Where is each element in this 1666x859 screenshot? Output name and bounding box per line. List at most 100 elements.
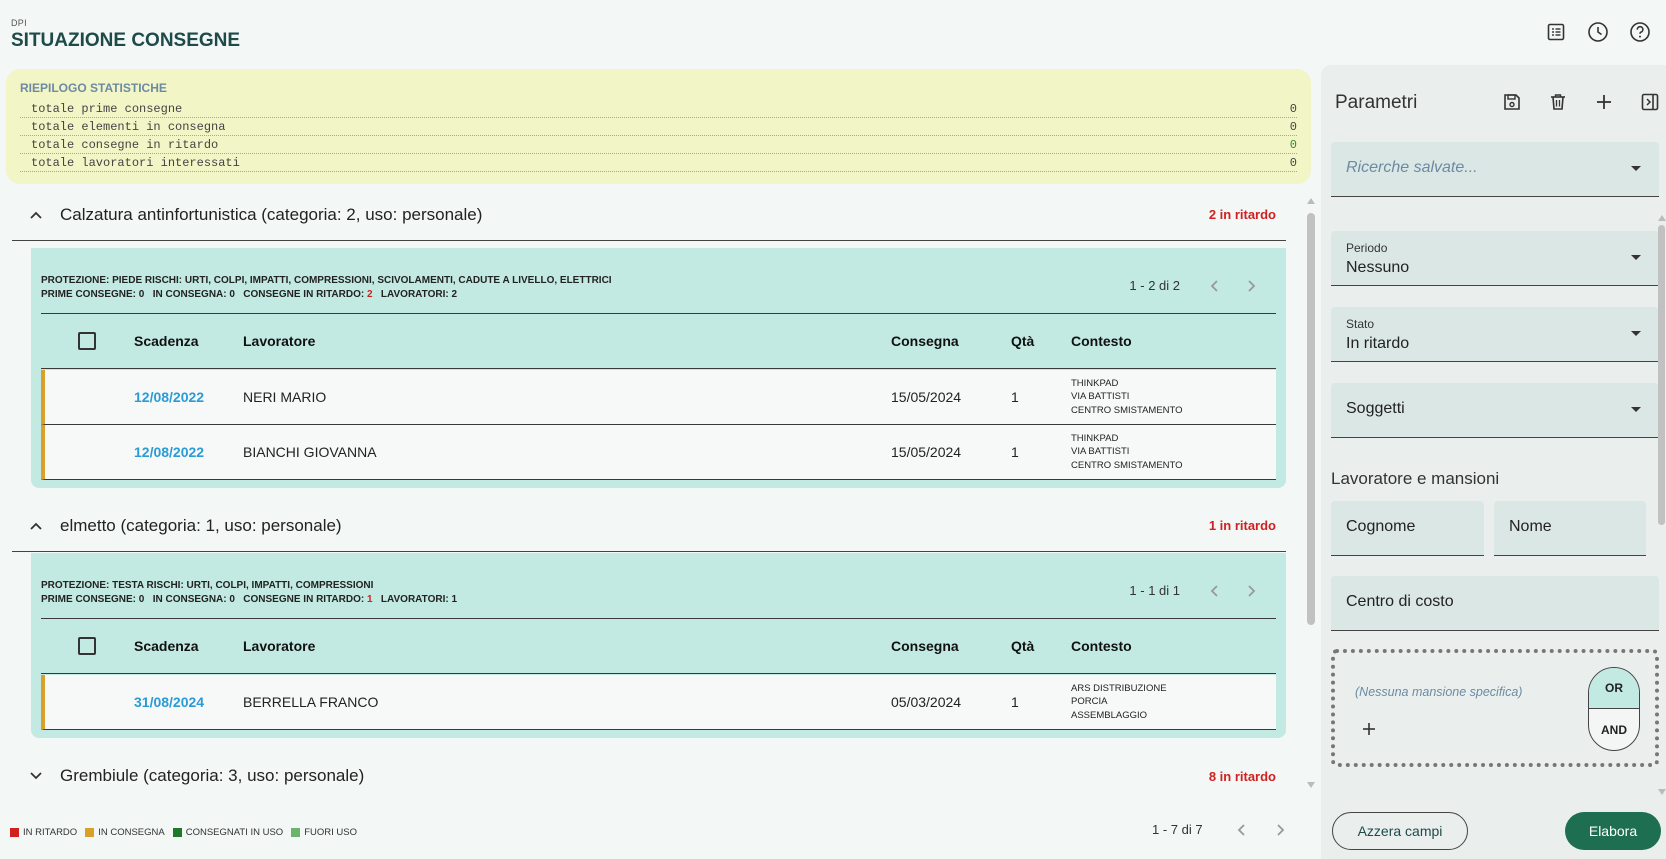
prime-consegne: PRIME CONSEGNE: 0 (41, 289, 145, 300)
pager-range: 1 - 1 di 1 (1129, 583, 1180, 598)
stats-row: totale lavoratori interessati 0 (20, 154, 1297, 172)
params-toolbar (1500, 90, 1662, 114)
top-toolbar (1544, 20, 1652, 44)
main-scrollbar[interactable] (1306, 198, 1316, 788)
group-counts: PRIME CONSEGNE: 0 IN CONSEGNA: 0 CONSEGN… (41, 288, 612, 302)
col-contesto[interactable]: Contesto (1071, 638, 1132, 654)
centro-costo-field[interactable]: Centro di costo (1331, 576, 1659, 631)
main-pager: 1 - 7 di 7 (1152, 822, 1285, 837)
col-scadenza[interactable]: Scadenza (134, 333, 199, 349)
periodo-value: Nessuno (1346, 259, 1410, 276)
plus-icon[interactable] (1592, 90, 1616, 114)
chevron-up-icon[interactable] (12, 210, 60, 220)
or-and-toggle[interactable]: OR AND (1588, 667, 1640, 751)
add-mansione-icon[interactable] (1361, 721, 1377, 737)
and-option[interactable]: AND (1589, 709, 1639, 750)
stats-value: 0 (1289, 120, 1297, 134)
col-consegna[interactable]: Consegna (891, 333, 959, 349)
ctx-line: CENTRO SMISTAMENTO (1071, 459, 1183, 471)
pager-range: 1 - 7 di 7 (1152, 822, 1203, 837)
cell-qta: 1 (1011, 389, 1019, 405)
lavoratori-count: LAVORATORI: 1 (380, 594, 458, 605)
col-qta[interactable]: Qtà (1011, 638, 1034, 654)
lavoratori-count: LAVORATORI: 2 (380, 289, 458, 300)
group-title: elmetto (categoria: 1, uso: personale) (60, 515, 342, 535)
saved-search-placeholder: Ricerche salvate... (1346, 159, 1478, 176)
cognome-field[interactable]: Cognome (1331, 501, 1484, 556)
chevron-right-icon[interactable] (1275, 823, 1285, 837)
legend-item: IN CONSEGNA (85, 827, 165, 838)
col-contesto[interactable]: Contesto (1071, 333, 1132, 349)
table-row[interactable]: 12/08/2022 BIANCHI GIOVANNA 15/05/2024 1… (41, 425, 1276, 480)
stats-label: totale consegne in ritardo (31, 138, 219, 152)
table-row[interactable]: 12/08/2022 NERI MARIO 15/05/2024 1 THINK… (41, 370, 1276, 425)
periodo-select[interactable]: Periodo Nessuno (1331, 231, 1659, 286)
save-icon[interactable] (1500, 90, 1524, 114)
nome-field[interactable]: Nome (1494, 501, 1646, 556)
legend-label: FUORI USO (304, 827, 357, 838)
reset-button[interactable]: Azzera campi (1332, 812, 1468, 850)
select-all-checkbox[interactable] (78, 332, 96, 350)
chevron-up-icon[interactable] (12, 521, 60, 531)
legend-item: CONSEGNATI IN USO (172, 827, 283, 838)
collapse-panel-icon[interactable] (1638, 90, 1662, 114)
stats-row: totale elementi in consegna 0 (20, 118, 1297, 136)
ctx-line: CENTRO SMISTAMENTO (1071, 404, 1183, 416)
stats-row: totale prime consegne 0 (20, 100, 1297, 118)
table-header: Scadenza Lavoratore Consegna Qtà Contest… (41, 313, 1276, 369)
pager-range: 1 - 2 di 2 (1129, 278, 1180, 293)
ctx-line: ARS DISTRIBUZIONE (1071, 682, 1167, 694)
periodo-label: Periodo (1346, 241, 1388, 255)
table-header: Scadenza Lavoratore Consegna Qtà Contest… (41, 618, 1276, 674)
select-all-checkbox[interactable] (78, 637, 96, 655)
caret-down-icon (1631, 331, 1641, 336)
group-header[interactable]: Grembiule (categoria: 3, uso: personale)… (12, 750, 1286, 802)
chevron-right-icon[interactable] (1246, 279, 1256, 293)
stats-value: 0 (1289, 156, 1297, 170)
legend-item: IN RITARDO (10, 827, 77, 838)
group-protection: PROTEZIONE: PIEDE RISCHI: URTI, COLPI, I… (41, 275, 612, 286)
col-lavoratore[interactable]: Lavoratore (243, 638, 315, 654)
trash-icon[interactable] (1546, 90, 1570, 114)
col-qta[interactable]: Qtà (1011, 333, 1034, 349)
help-icon[interactable] (1628, 20, 1652, 44)
ctx-line: PORCIA (1071, 696, 1108, 708)
col-consegna[interactable]: Consegna (891, 638, 959, 654)
col-lavoratore[interactable]: Lavoratore (243, 333, 315, 349)
chevron-right-icon[interactable] (1246, 584, 1256, 598)
section-title: Lavoratore e mansioni (1331, 469, 1500, 488)
in-ritardo-value: 1 (367, 594, 373, 605)
clock-icon[interactable] (1586, 20, 1610, 44)
saved-search-select[interactable]: Ricerche salvate... (1331, 142, 1659, 197)
or-option[interactable]: OR (1589, 668, 1639, 709)
group-info: PROTEZIONE: PIEDE RISCHI: URTI, COLPI, I… (41, 274, 612, 302)
stato-select[interactable]: Stato In ritardo (1331, 307, 1659, 362)
chevron-down-icon[interactable] (12, 771, 60, 781)
prime-consegne: PRIME CONSEGNE: 0 (41, 594, 145, 605)
late-count: 8 in ritardo (1208, 768, 1276, 784)
stats-row: totale consegne in ritardo 0 (20, 136, 1297, 154)
stats-title: RIEPILOGO STATISTICHE (20, 81, 167, 95)
cell-qta: 1 (1011, 694, 1019, 710)
list-icon[interactable] (1544, 20, 1568, 44)
cell-consegna: 15/05/2024 (891, 389, 962, 405)
params-scrollbar[interactable] (1658, 215, 1666, 795)
in-ritardo-label: CONSEGNE IN RITARDO: (243, 289, 365, 300)
mansioni-box: (Nessuna mansione specifica) OR AND (1331, 649, 1659, 767)
col-scadenza[interactable]: Scadenza (134, 638, 199, 654)
cell-qta: 1 (1011, 444, 1019, 460)
caret-down-icon (1631, 407, 1641, 412)
table-row[interactable]: 31/08/2024 BERRELLA FRANCO 05/03/2024 1 … (41, 675, 1276, 730)
chevron-left-icon[interactable] (1210, 279, 1220, 293)
stats-label: totale lavoratori interessati (31, 156, 240, 170)
soggetti-select[interactable]: Soggetti (1331, 383, 1659, 438)
chevron-left-icon[interactable] (1237, 823, 1247, 837)
group-panel: PROTEZIONE: TESTA RISCHI: URTI, COLPI, I… (31, 553, 1286, 738)
group-header[interactable]: elmetto (categoria: 1, uso: personale) 1… (12, 500, 1286, 552)
chevron-left-icon[interactable] (1210, 584, 1220, 598)
group-header[interactable]: Calzatura antinfortunistica (categoria: … (12, 189, 1286, 241)
elabora-button[interactable]: Elabora (1565, 812, 1661, 850)
page-section: DPI (11, 18, 27, 28)
cell-contesto: THINKPAD VIA BATTISTI CENTRO SMISTAMENTO (1071, 377, 1183, 418)
status-legend: IN RITARDO IN CONSEGNA CONSEGNATI IN USO… (10, 827, 357, 838)
